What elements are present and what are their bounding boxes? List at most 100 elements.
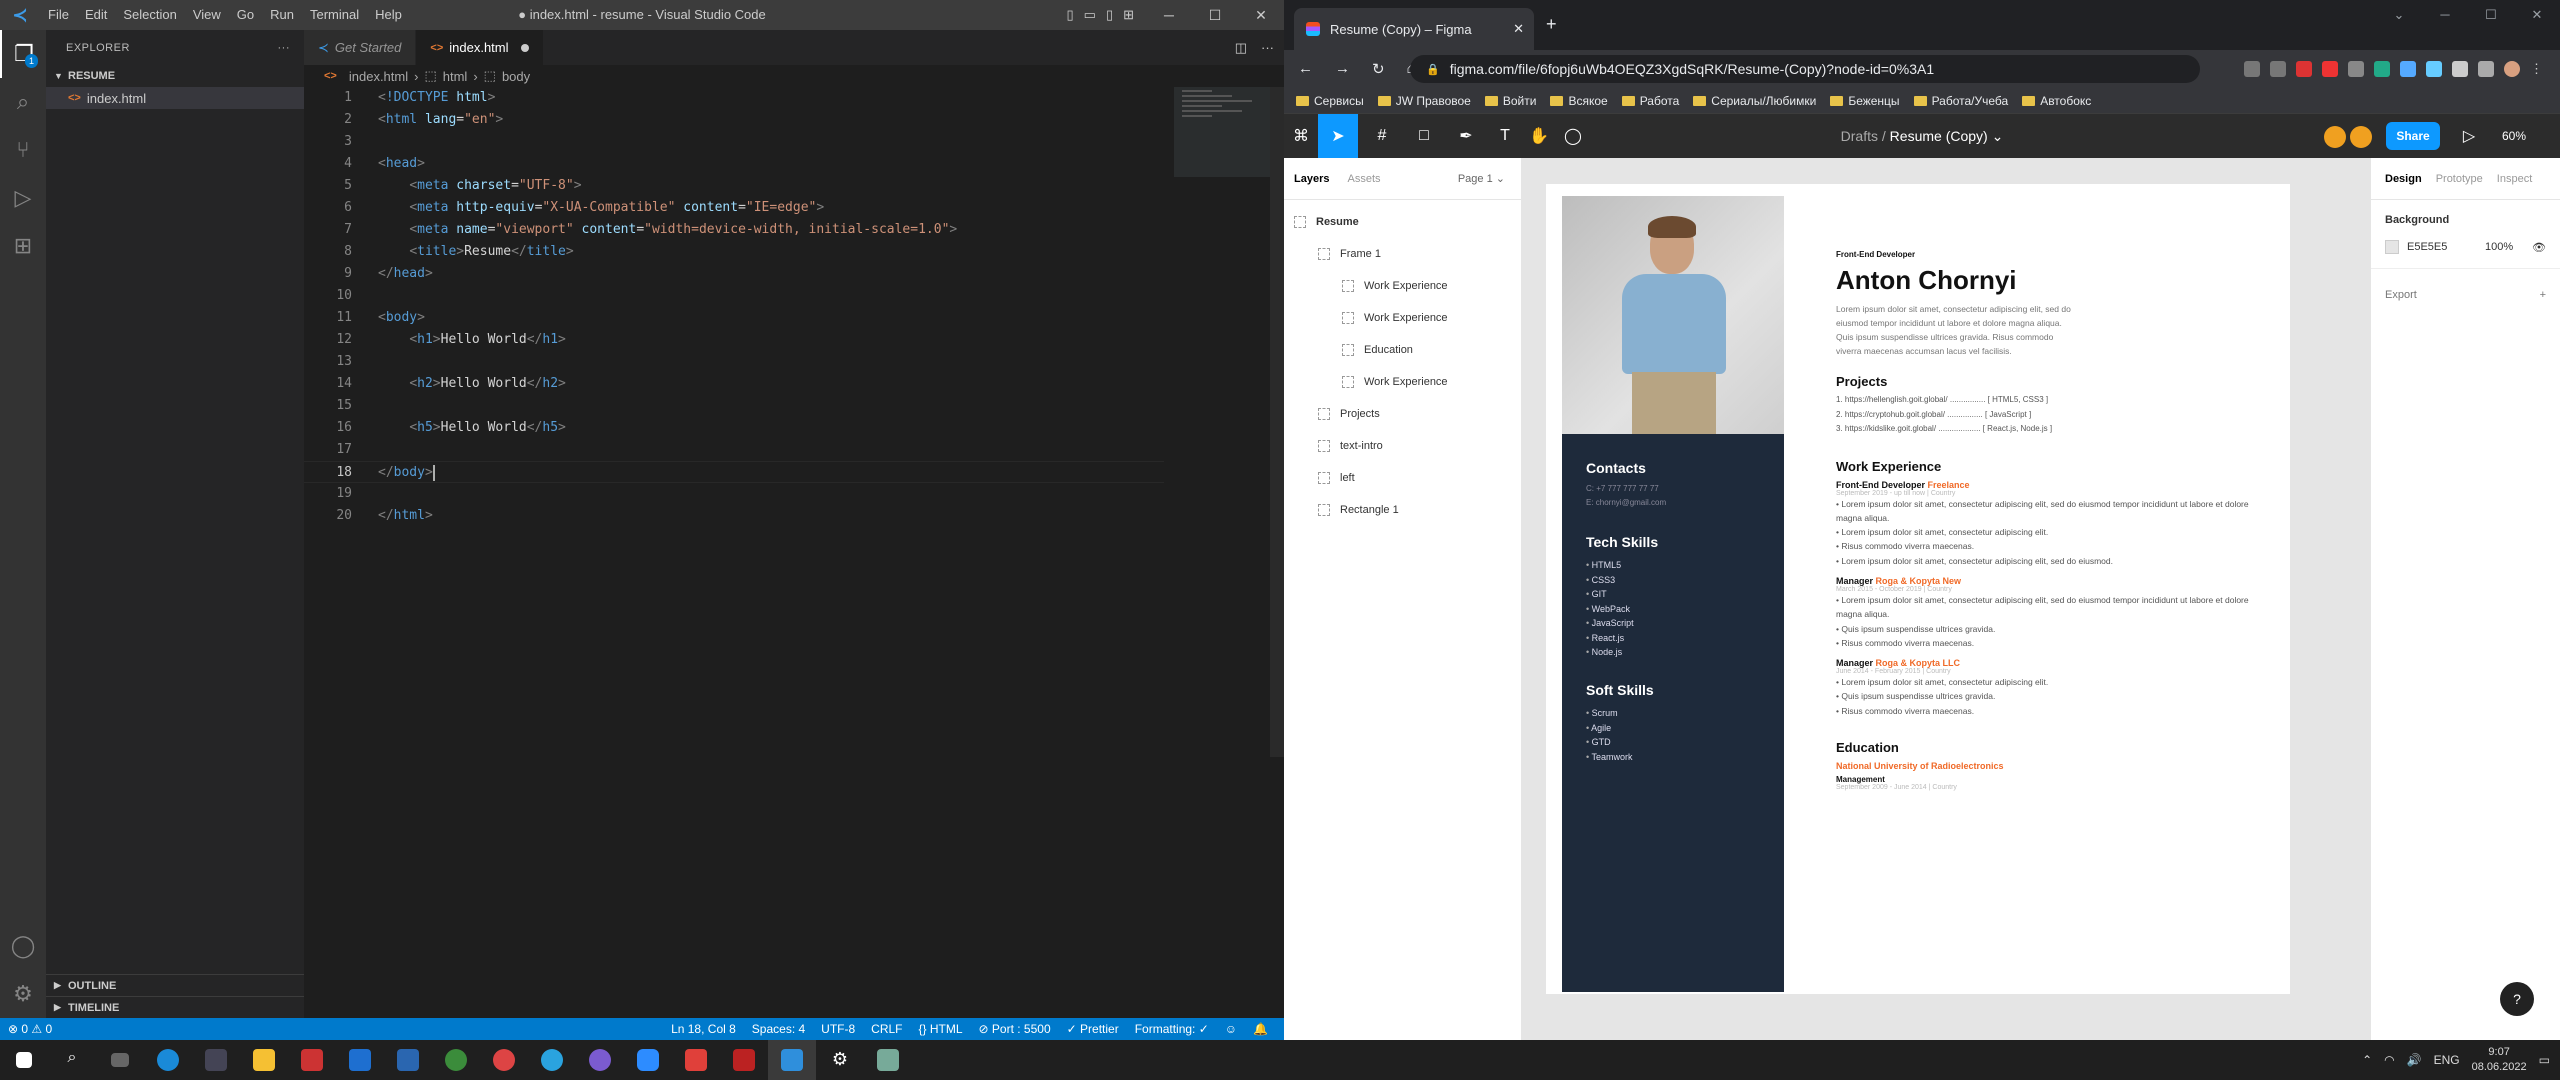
task-view-icon[interactable] [96, 1040, 144, 1080]
tab-index-html[interactable]: <> index.html [416, 30, 544, 65]
start-icon[interactable] [0, 1040, 48, 1080]
menu-item[interactable]: View [185, 0, 229, 30]
notifications-icon[interactable]: 🔔 [1245, 1022, 1276, 1036]
settings-icon[interactable]: ⚙ [816, 1040, 864, 1080]
app-icon[interactable] [336, 1040, 384, 1080]
code-line[interactable]: 13 [304, 351, 1164, 373]
viber-icon[interactable] [576, 1040, 624, 1080]
reload-icon[interactable]: ↻ [1372, 60, 1385, 78]
customize-layout-icon[interactable]: ⊞ [1123, 7, 1134, 23]
code-line[interactable]: 7 <meta name="viewport" content="width=d… [304, 219, 1164, 241]
layer-item[interactable]: text-intro [1284, 430, 1521, 462]
accounts-icon[interactable]: ◯ [0, 922, 46, 970]
menu-kebab-icon[interactable]: ⋮ [2530, 61, 2546, 77]
layer-item[interactable]: Work Experience [1284, 366, 1521, 398]
maximize-button[interactable]: ☐ [1192, 7, 1238, 24]
folder-resume[interactable]: ▼ RESUME [46, 65, 304, 87]
profile-avatar[interactable] [2504, 61, 2520, 77]
search-icon[interactable]: ⌕ [48, 1040, 96, 1080]
clock[interactable]: 9:07 08.06.2022 [2472, 1045, 2527, 1075]
color-swatch[interactable] [2385, 240, 2399, 254]
layer-item[interactable]: Work Experience [1284, 302, 1521, 334]
bookmark-item[interactable]: Работа [1621, 94, 1679, 108]
chevron-down-icon[interactable]: ⌄ [2376, 0, 2422, 30]
extensions-icon[interactable]: ⊞ [0, 222, 46, 270]
tab-inspect[interactable]: Inspect [2497, 173, 2532, 185]
add-export-icon[interactable]: + [2540, 289, 2546, 301]
file-explorer-icon[interactable] [240, 1040, 288, 1080]
star-icon[interactable] [2270, 61, 2286, 77]
address-bar[interactable]: 🔒 figma.com/file/6fopj6uWb4OEQZ3XgdSqRK/R… [1410, 55, 2200, 83]
cursor-position[interactable]: Ln 18, Col 8 [663, 1022, 744, 1036]
help-button[interactable]: ? [2500, 982, 2534, 1016]
source-control-icon[interactable]: ⑂ [0, 126, 46, 174]
layer-item[interactable]: Projects [1284, 398, 1521, 430]
prettier-status[interactable]: ✓ Prettier [1059, 1022, 1127, 1036]
menu-item[interactable]: Go [229, 0, 262, 30]
bookmark-item[interactable]: Беженцы [1830, 94, 1900, 108]
explorer-icon[interactable]: ❐ 1 [0, 30, 46, 78]
tab-assets[interactable]: Assets [1347, 173, 1380, 185]
code-line[interactable]: 5 <meta charset="UTF-8"> [304, 175, 1164, 197]
bg-opacity[interactable]: 100% [2485, 241, 2513, 253]
layer-item[interactable]: Frame 1 [1284, 238, 1521, 270]
minimize-button[interactable]: ─ [2422, 0, 2468, 30]
chrome-icon[interactable] [480, 1040, 528, 1080]
network-icon[interactable]: ◠ [2384, 1053, 2394, 1067]
resume-frame[interactable]: Contacts C: +7 777 777 77 77 E: chornyi@… [1546, 184, 2290, 994]
minimize-button[interactable]: ─ [1146, 7, 1192, 23]
app-icon[interactable] [864, 1040, 912, 1080]
code-line[interactable]: 8 <title>Resume</title> [304, 241, 1164, 263]
bg-hex[interactable]: E5E5E5 [2407, 241, 2477, 253]
code-line[interactable]: 19 [304, 483, 1164, 505]
more-actions-icon[interactable]: ··· [1261, 40, 1274, 55]
chrome-icon[interactable] [432, 1040, 480, 1080]
indentation[interactable]: Spaces: 4 [744, 1022, 813, 1036]
telegram-icon[interactable] [528, 1040, 576, 1080]
search-icon[interactable]: ⌕ [0, 78, 46, 126]
minimap[interactable] [1174, 87, 1274, 177]
close-tab-icon[interactable]: ✕ [1513, 21, 1524, 37]
export-row[interactable]: Export + [2371, 268, 2560, 321]
zoom-icon[interactable] [624, 1040, 672, 1080]
eye-icon[interactable]: 👁 [2532, 241, 2546, 254]
menu-item[interactable]: Run [262, 0, 302, 30]
bookmark-item[interactable]: JW Правовое [1377, 94, 1471, 108]
code-line[interactable]: 6 <meta http-equiv="X-UA-Compatible" con… [304, 197, 1164, 219]
problems-status[interactable]: ⊗ 0 ⚠ 0 [0, 1022, 60, 1036]
figma-canvas[interactable]: Contacts C: +7 777 777 77 77 E: chornyi@… [1522, 158, 2370, 1040]
breadcrumb-item[interactable]: body [502, 69, 530, 84]
menu-item[interactable]: Terminal [302, 0, 367, 30]
bookmark-item[interactable]: Автобокс [2022, 94, 2091, 108]
feedback-icon[interactable]: ☺ [1217, 1022, 1245, 1036]
chevron-up-icon[interactable]: ⌃ [2362, 1053, 2372, 1067]
back-icon[interactable]: ← [1298, 60, 1313, 78]
share-icon[interactable] [2244, 61, 2260, 77]
background-fill-row[interactable]: E5E5E5 100% 👁 [2371, 240, 2560, 254]
toggle-secondary-sidebar-icon[interactable]: ▯ [1106, 7, 1113, 23]
file-index-html[interactable]: <> index.html [46, 87, 304, 109]
run-debug-icon[interactable]: ▷ [0, 174, 46, 222]
menu-item[interactable]: Edit [77, 0, 115, 30]
settings-gear-icon[interactable]: ⚙ [0, 970, 46, 1018]
code-line[interactable]: 10 [304, 285, 1164, 307]
code-line[interactable]: 17 [304, 439, 1164, 461]
extension-icon[interactable] [2426, 61, 2442, 77]
extension-icon[interactable] [2400, 61, 2416, 77]
present-play-icon[interactable]: ▷ [2452, 114, 2486, 158]
code-line[interactable]: 2 <html lang="en"> [304, 109, 1164, 131]
formatting-status[interactable]: Formatting: ✓ [1127, 1022, 1217, 1036]
app-icon[interactable] [288, 1040, 336, 1080]
layer-item[interactable]: left [1284, 462, 1521, 494]
puzzle-icon[interactable] [2452, 61, 2468, 77]
bookmark-item[interactable]: Сериалы/Любимки [1693, 94, 1816, 108]
menu-item[interactable]: Selection [115, 0, 184, 30]
language-indicator[interactable]: ENG [2434, 1053, 2460, 1067]
volume-icon[interactable]: 🔊 [2407, 1053, 2422, 1067]
share-button[interactable]: Share [2386, 122, 2440, 150]
line-ending[interactable]: CRLF [863, 1022, 910, 1036]
zoom-level[interactable]: 60% [2502, 114, 2526, 158]
tab-layers[interactable]: Layers [1294, 173, 1329, 185]
tab-get-started[interactable]: ≺ Get Started [304, 30, 417, 65]
bookmark-item[interactable]: Работа/Учеба [1913, 94, 2008, 108]
